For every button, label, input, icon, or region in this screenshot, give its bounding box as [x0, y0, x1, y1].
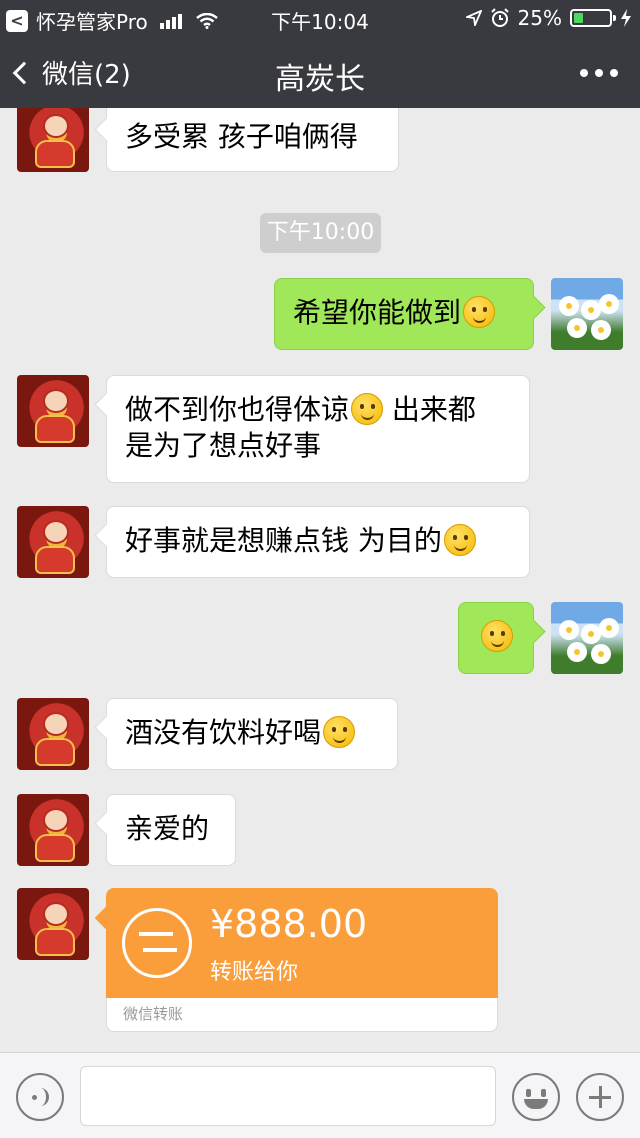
message-text: 亲爱的 [125, 812, 210, 845]
contact-avatar[interactable] [17, 698, 89, 770]
self-avatar[interactable] [551, 602, 623, 674]
smirk-emoji-icon [463, 296, 496, 328]
more-actions-button[interactable] [576, 1073, 624, 1121]
transfer-card-top: ¥888.00 转账给你 [106, 888, 498, 998]
battery-percent: 25% [517, 6, 562, 30]
self-avatar[interactable] [551, 278, 623, 350]
hug-emoji-icon [443, 524, 476, 556]
message-input[interactable] [80, 1066, 496, 1126]
confused-emoji-icon [323, 716, 356, 748]
input-bar [0, 1052, 640, 1138]
chat-title: 高炭长 [275, 62, 365, 97]
message-text: 是为了想点好事 [125, 429, 322, 462]
contact-avatar[interactable] [17, 506, 89, 578]
contact-avatar[interactable] [17, 375, 89, 447]
status-bar: < 怀孕管家Pro 下午10:04 25% [0, 0, 640, 36]
transfer-arrows-icon [122, 908, 192, 978]
battery-icon [570, 9, 616, 27]
status-right: 25% [465, 6, 632, 30]
contact-avatar[interactable] [17, 888, 89, 960]
message-text: 酒没有饮料好喝 [125, 716, 322, 749]
message-line: 做不到你也得体谅 出来都 [125, 392, 511, 428]
more-dot-icon [610, 69, 618, 77]
grin-emoji-icon [351, 393, 384, 425]
message-text: 做不到你也得体谅 [125, 393, 350, 426]
message-bubble[interactable]: 好事就是想赚点钱 为目的 [106, 506, 530, 578]
message-bubble[interactable] [458, 602, 534, 674]
message-bubble[interactable]: 多受累 孩子咱俩得 [106, 108, 399, 172]
message-text: 多受累 孩子咱俩得 [125, 120, 358, 153]
location-arrow-icon [465, 10, 482, 26]
transfer-note: 转账给你 [210, 960, 299, 985]
message-text: 希望你能做到 [293, 296, 462, 329]
contact-avatar[interactable] [17, 108, 89, 172]
contact-avatar[interactable] [17, 794, 89, 866]
charging-bolt-icon [621, 9, 631, 27]
voice-input-button[interactable] [16, 1073, 64, 1121]
alarm-icon [490, 8, 509, 27]
message-text: 好事就是想赚点钱 为目的 [125, 524, 442, 557]
time-divider: 下午10:00 [260, 213, 381, 253]
chat-area[interactable]: 多受累 孩子咱俩得 下午10:00 希望你能做到 做不到你也得体谅 出来都 是为… [0, 108, 640, 1052]
more-dot-icon [595, 69, 603, 77]
surprised-emoji-icon [481, 620, 513, 652]
message-text: 出来都 [383, 393, 476, 426]
message-bubble[interactable]: 亲爱的 [106, 794, 236, 866]
emoji-button[interactable] [512, 1073, 560, 1121]
message-bubble[interactable]: 希望你能做到 [274, 278, 534, 350]
message-bubble[interactable]: 酒没有饮料好喝 [106, 698, 398, 770]
transfer-amount: ¥888.00 [210, 902, 368, 946]
more-button[interactable] [580, 69, 618, 77]
transfer-card[interactable]: ¥888.00 转账给你 微信转账 [106, 888, 498, 1032]
nav-bar: 微信(2) 高炭长 [0, 36, 640, 108]
transfer-footer: 微信转账 [106, 998, 498, 1032]
more-dot-icon [580, 69, 588, 77]
message-bubble[interactable]: 做不到你也得体谅 出来都 是为了想点好事 [106, 375, 530, 483]
